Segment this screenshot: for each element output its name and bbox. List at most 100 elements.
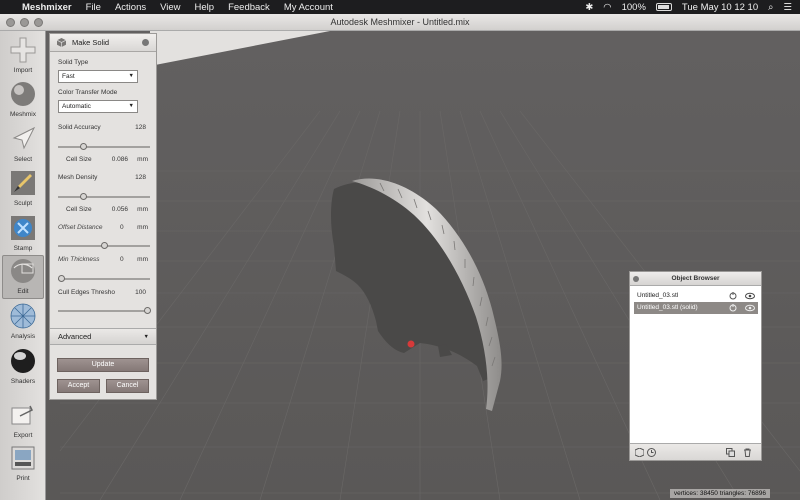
solid-accuracy-label: Solid Accuracy [58,124,101,131]
object-list-item[interactable]: Untitled_03.stl [634,290,758,302]
toolbar-edit[interactable]: Edit [2,255,44,299]
toolbar-shaders[interactable]: Shaders [2,344,44,388]
toolbar-export[interactable]: Export [2,398,44,442]
accept-button[interactable]: Accept [57,379,100,393]
slider-knob[interactable] [144,307,151,314]
window-title: Autodesk Meshmixer - Untitled.mix [330,17,470,27]
cursor-arrow-icon [9,125,37,153]
min-thickness-label: Min Thickness [58,256,100,263]
cube-icon [57,38,66,47]
toolbar-import[interactable]: Import [2,33,44,77]
toolbar-print[interactable]: Print [2,441,44,485]
mesh-density-slider[interactable] [58,193,150,200]
stamp-icon [9,214,37,242]
slider-knob[interactable] [79,193,87,200]
macos-menubar: Meshmixer File Actions View Help Feedbac… [0,0,800,14]
offset-distance-value[interactable]: 0 [120,224,124,231]
min-thickness-unit: mm [137,256,148,263]
panel-close-icon[interactable] [142,39,149,46]
cull-edges-slider[interactable] [58,307,151,314]
toolbar-sculpt[interactable]: Sculpt [2,166,44,210]
toolbar-analysis[interactable]: Analysis [2,299,44,343]
pivot-point-icon [407,340,415,348]
eye-icon[interactable] [745,304,755,312]
solid-accuracy-slider[interactable] [58,143,150,150]
object-name: Untitled_03.stl [637,292,679,299]
solid-type-label: Solid Type [58,59,89,66]
slider-knob[interactable] [101,242,108,249]
update-button[interactable]: Update [57,358,149,372]
toolbar-meshmix[interactable]: Meshmix [2,77,44,121]
menu-my-account[interactable]: My Account [284,2,333,13]
slider-knob[interactable] [79,143,87,150]
export-icon [9,401,37,429]
cancel-button[interactable]: Cancel [106,379,149,393]
object-browser-header: Object Browser [630,272,761,286]
solid-type-dropdown[interactable]: Fast [58,70,138,83]
advanced-section-toggle[interactable]: Advanced [50,328,156,345]
color-transfer-label: Color Transfer Mode [58,89,118,96]
pivot-icon[interactable] [729,292,737,300]
close-window-button[interactable] [6,18,15,27]
panel-header: Make Solid [50,34,156,52]
brush-icon [9,169,37,197]
menu-app-name[interactable]: Meshmixer [22,2,72,13]
left-toolbar: Import Meshmix Select Sculpt Stamp Edit [0,31,46,500]
notification-center-icon[interactable]: ☰ [783,2,792,13]
object-list-item[interactable]: Untitled_03.stl (solid) [634,302,758,314]
eye-icon[interactable] [745,292,755,300]
plus-icon [9,36,37,64]
cell-size-2-unit: mm [137,206,148,213]
mesh-stats-status: vertices: 38450 triangles: 76896 [669,489,770,498]
panel-title: Make Solid [72,38,110,47]
menu-file[interactable]: File [86,2,101,13]
pivot-icon[interactable] [729,304,737,312]
clock[interactable]: Tue May 10 12 10 [682,2,758,13]
mesh-density-label: Mesh Density [58,174,98,181]
offset-distance-label: Offset Distance [58,224,103,231]
color-transfer-dropdown[interactable]: Automatic [58,100,138,113]
offset-distance-unit: mm [137,224,148,231]
cell-size-2-value[interactable]: 0.056 [106,206,128,213]
window-titlebar: Autodesk Meshmixer - Untitled.mix [0,14,800,31]
cell-size-1-value[interactable]: 0.086 [106,156,128,163]
battery-percent: 100% [621,1,646,13]
cell-size-label-2: Cell Size [66,206,92,213]
min-thickness-value[interactable]: 0 [120,256,124,263]
cell-size-label: Cell Size [66,156,92,163]
mesh-density-value[interactable]: 128 [135,174,146,181]
shader-sphere-icon [9,347,37,375]
slider-knob[interactable] [58,275,65,282]
sphere-icon [9,80,37,108]
min-thickness-slider[interactable] [58,275,150,282]
solid-accuracy-value[interactable]: 128 [135,124,146,131]
menu-help[interactable]: Help [195,2,215,13]
toolbar-stamp[interactable]: Stamp [2,211,44,255]
clock-icon[interactable] [647,448,656,457]
duplicate-icon[interactable] [726,448,735,457]
offset-distance-slider[interactable] [58,242,150,249]
printer-icon [9,444,37,472]
cull-edges-value[interactable]: 100 [135,289,146,296]
edit-sphere-icon [9,257,37,285]
cull-edges-label: Cull Edges Thresho [58,289,115,296]
trash-icon[interactable] [743,448,752,457]
object-browser-footer [630,443,761,460]
menu-actions[interactable]: Actions [115,2,146,13]
object-browser-title: Object Browser [671,275,720,282]
object-browser-close-icon[interactable] [633,276,639,282]
wifi-icon[interactable]: ◠ [603,2,611,13]
minimize-window-button[interactable] [20,18,29,27]
battery-icon[interactable] [655,3,672,11]
object-browser-panel: Object Browser Untitled_03.stl Untitled_… [629,271,762,461]
bluetooth-icon[interactable]: ✱ [585,2,593,13]
search-icon[interactable]: ⌕ [768,2,773,13]
zoom-window-button[interactable] [34,18,43,27]
menu-feedback[interactable]: Feedback [228,2,270,13]
analysis-sphere-icon [9,302,37,330]
object-name: Untitled_03.stl (solid) [637,304,698,311]
cell-size-1-unit: mm [137,156,148,163]
menu-view[interactable]: View [160,2,180,13]
toolbar-select[interactable]: Select [2,122,44,166]
cube-icon[interactable] [635,448,644,457]
